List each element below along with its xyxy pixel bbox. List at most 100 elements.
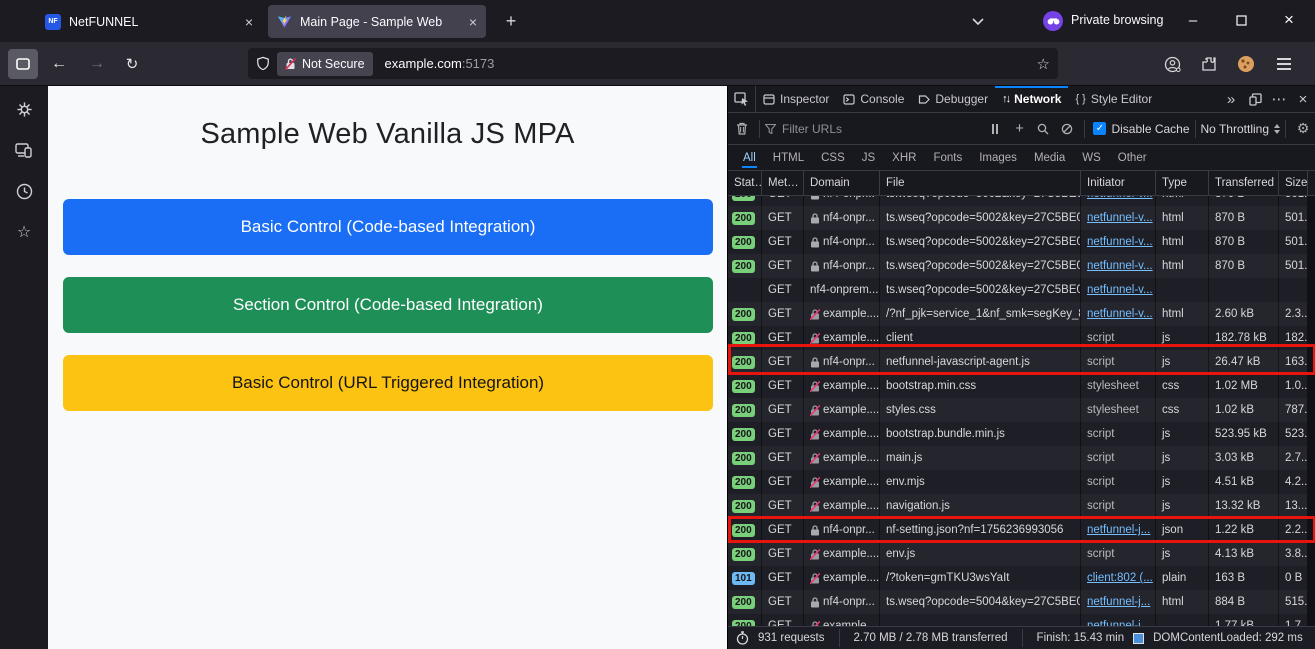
- column-header-0[interactable]: Stat…: [728, 171, 762, 195]
- window-maximize-button[interactable]: [1218, 0, 1264, 40]
- hamburger-menu-icon[interactable]: [1269, 49, 1299, 79]
- request-filter-html[interactable]: HTML: [772, 148, 805, 168]
- network-request-row[interactable]: 200 GET example.... client script js 182.78 kB…: [728, 326, 1315, 350]
- account-icon[interactable]: [1157, 49, 1187, 79]
- initiator-link[interactable]: netfunnel-v...: [1087, 308, 1153, 320]
- firefox-sidebar: ☆: [0, 86, 48, 649]
- request-filter-all[interactable]: All: [742, 148, 757, 168]
- request-count[interactable]: 931 requests: [758, 632, 825, 644]
- network-request-row[interactable]: 200 GET example.... env.mjs script js 4.51 kB 4…: [728, 470, 1315, 494]
- devtools-scrollbar[interactable]: [1307, 196, 1315, 626]
- network-request-row[interactable]: 200 GET example.... bootstrap.bundle.min.js…: [728, 422, 1315, 446]
- cookie-icon[interactable]: [1231, 49, 1261, 79]
- disable-cache-checkbox[interactable]: ✓: [1093, 122, 1107, 135]
- request-filter-css[interactable]: CSS: [820, 148, 846, 168]
- page-button-1[interactable]: Section Control (Code-based Integration): [63, 277, 713, 333]
- tab-inspector[interactable]: Inspector: [756, 86, 836, 112]
- browser-tab-netfunnel[interactable]: NF NetFUNNEL ×: [36, 5, 262, 38]
- bookmarks-star-icon[interactable]: ☆: [13, 221, 35, 243]
- network-request-row[interactable]: 200 GET example..../?nf_pjk=service_1&nf_s…: [728, 302, 1315, 326]
- request-filter-js[interactable]: JS: [861, 148, 876, 168]
- column-header-5[interactable]: Type: [1156, 171, 1209, 195]
- page-button-0[interactable]: Basic Control (Code-based Integration): [63, 199, 713, 255]
- request-filter-ws[interactable]: WS: [1081, 148, 1102, 168]
- network-request-row[interactable]: 200 GET example.... env.js script js 4.13 kB 3.…: [728, 542, 1315, 566]
- window-minimize-button[interactable]: –: [1170, 0, 1216, 40]
- block-icon[interactable]: [1055, 123, 1079, 135]
- extensions-puzzle-icon[interactable]: [1194, 49, 1224, 79]
- column-header-1[interactable]: Met…: [762, 171, 804, 195]
- network-request-row[interactable]: 200GETnf4-onpr...ts.wseq?opcode=5002&key…: [728, 206, 1315, 230]
- column-header-2[interactable]: Domain: [804, 171, 880, 195]
- network-request-row[interactable]: 200GETnf4-onpr...ts.wseq?opcode=5002&key…: [728, 230, 1315, 254]
- bookmark-star-icon[interactable]: ☆: [1037, 55, 1050, 73]
- initiator-link[interactable]: netfunnel-v...: [1087, 284, 1153, 296]
- network-request-row[interactable]: 200 GET example.... styles.css stylesheet css…: [728, 398, 1315, 422]
- request-filter-other[interactable]: Other: [1117, 148, 1148, 168]
- network-request-row[interactable]: 200 GET nf4-onpr... ts.wseq?opcode=5004&key…: [728, 590, 1315, 614]
- network-request-row[interactable]: 200 GET example.... main.js script js 3.03 kB 2…: [728, 446, 1315, 470]
- shield-icon[interactable]: [256, 56, 270, 71]
- browser-tab-sample-web[interactable]: Main Page - Sample Web ×: [268, 5, 486, 38]
- stopwatch-icon[interactable]: [736, 631, 749, 645]
- column-header-4[interactable]: Initiator: [1081, 171, 1156, 195]
- sidebar-toggle-button[interactable]: [8, 49, 38, 79]
- new-tab-button[interactable]: +: [498, 8, 524, 34]
- window-close-button[interactable]: ×: [1266, 0, 1312, 40]
- network-request-row[interactable]: 101 GET example..../?token=gmTKU3wsYaIt cli…: [728, 566, 1315, 590]
- reload-button[interactable]: ↻: [117, 49, 147, 79]
- synced-tabs-icon[interactable]: [13, 139, 35, 161]
- network-request-row[interactable]: 200 GET example.... navigation.js script js 13…: [728, 494, 1315, 518]
- request-filter-images[interactable]: Images: [978, 148, 1018, 168]
- responsive-design-icon[interactable]: [1243, 86, 1267, 112]
- back-button[interactable]: ←: [44, 49, 74, 79]
- url-host[interactable]: example.com:5173: [385, 56, 495, 71]
- network-request-row[interactable]: 200 GET example.... bootstrap.min.css styles…: [728, 374, 1315, 398]
- status-badge: 101: [732, 571, 755, 585]
- initiator-link[interactable]: netfunnel-j...: [1087, 596, 1150, 608]
- request-filter-xhr[interactable]: XHR: [891, 148, 917, 168]
- network-settings-gear-icon[interactable]: ⚙: [1291, 120, 1315, 137]
- add-icon[interactable]: +: [1007, 120, 1031, 137]
- forward-button[interactable]: →: [82, 49, 112, 79]
- clear-requests-trash-icon[interactable]: [730, 122, 754, 135]
- column-header-6[interactable]: Transferred: [1209, 171, 1279, 195]
- network-request-row[interactable]: 200 GET example.... netfunnel-j... 1.77 kB 1.…: [728, 614, 1315, 626]
- initiator-link[interactable]: netfunnel-v...: [1087, 212, 1153, 224]
- devtools-meatball-menu-icon[interactable]: ⋯: [1267, 86, 1291, 112]
- network-request-row[interactable]: 200 GET nf4-onpr... netfunnel-javascript-ag…: [728, 350, 1315, 374]
- ai-chatbot-icon[interactable]: [13, 98, 35, 120]
- page-button-2[interactable]: Basic Control (URL Triggered Integration…: [63, 355, 713, 411]
- not-secure-chip[interactable]: Not Secure: [277, 51, 373, 76]
- url-bar[interactable]: Not Secure example.com:5173 ☆: [248, 48, 1058, 79]
- column-header-7[interactable]: Size: [1279, 171, 1308, 195]
- list-tabs-chevron-icon[interactable]: [966, 10, 990, 32]
- initiator-link[interactable]: netfunnel-v...: [1087, 236, 1153, 248]
- tab-style-editor[interactable]: { } Style Editor: [1068, 86, 1159, 112]
- filter-urls-input[interactable]: Filter URLs: [765, 122, 983, 136]
- request-filter-fonts[interactable]: Fonts: [932, 148, 963, 168]
- pick-element-icon[interactable]: [728, 86, 756, 112]
- initiator-link[interactable]: netfunnel-v...: [1087, 260, 1153, 272]
- network-request-row[interactable]: 200GETnf4-onpr...ts.wseq?opcode=5002&key…: [728, 196, 1315, 206]
- history-clock-icon[interactable]: [13, 180, 35, 202]
- network-request-row[interactable]: GET nf4-onprem... ts.wseq?opcode=5002&key=…: [728, 278, 1315, 302]
- search-icon[interactable]: [1031, 123, 1055, 135]
- network-request-row[interactable]: 200GETnf4-onpr...ts.wseq?opcode=5002&key…: [728, 254, 1315, 278]
- devtools-close-icon[interactable]: ×: [1291, 86, 1315, 112]
- initiator-link[interactable]: netfunnel-v...: [1087, 196, 1153, 200]
- tab-close-icon[interactable]: ×: [469, 15, 477, 29]
- initiator-link[interactable]: netfunnel-j...: [1087, 524, 1150, 536]
- pause-icon[interactable]: [983, 123, 1007, 134]
- column-header-3[interactable]: File: [880, 171, 1081, 195]
- tab-network[interactable]: ↑↓ Network: [995, 86, 1068, 112]
- more-tabs-chevrons-icon[interactable]: »: [1219, 86, 1243, 112]
- request-filter-media[interactable]: Media: [1033, 148, 1066, 168]
- tab-close-icon[interactable]: ×: [245, 15, 253, 29]
- network-request-row[interactable]: 200 GET nf4-onpr... nf-setting.json?nf=1756…: [728, 518, 1315, 542]
- tab-debugger[interactable]: Debugger: [911, 86, 995, 112]
- disable-cache-label[interactable]: Disable Cache: [1111, 122, 1189, 136]
- tab-console[interactable]: Console: [836, 86, 911, 112]
- initiator-link[interactable]: client:802 (...: [1087, 572, 1153, 584]
- throttling-dropdown[interactable]: No Throttling: [1201, 122, 1269, 136]
